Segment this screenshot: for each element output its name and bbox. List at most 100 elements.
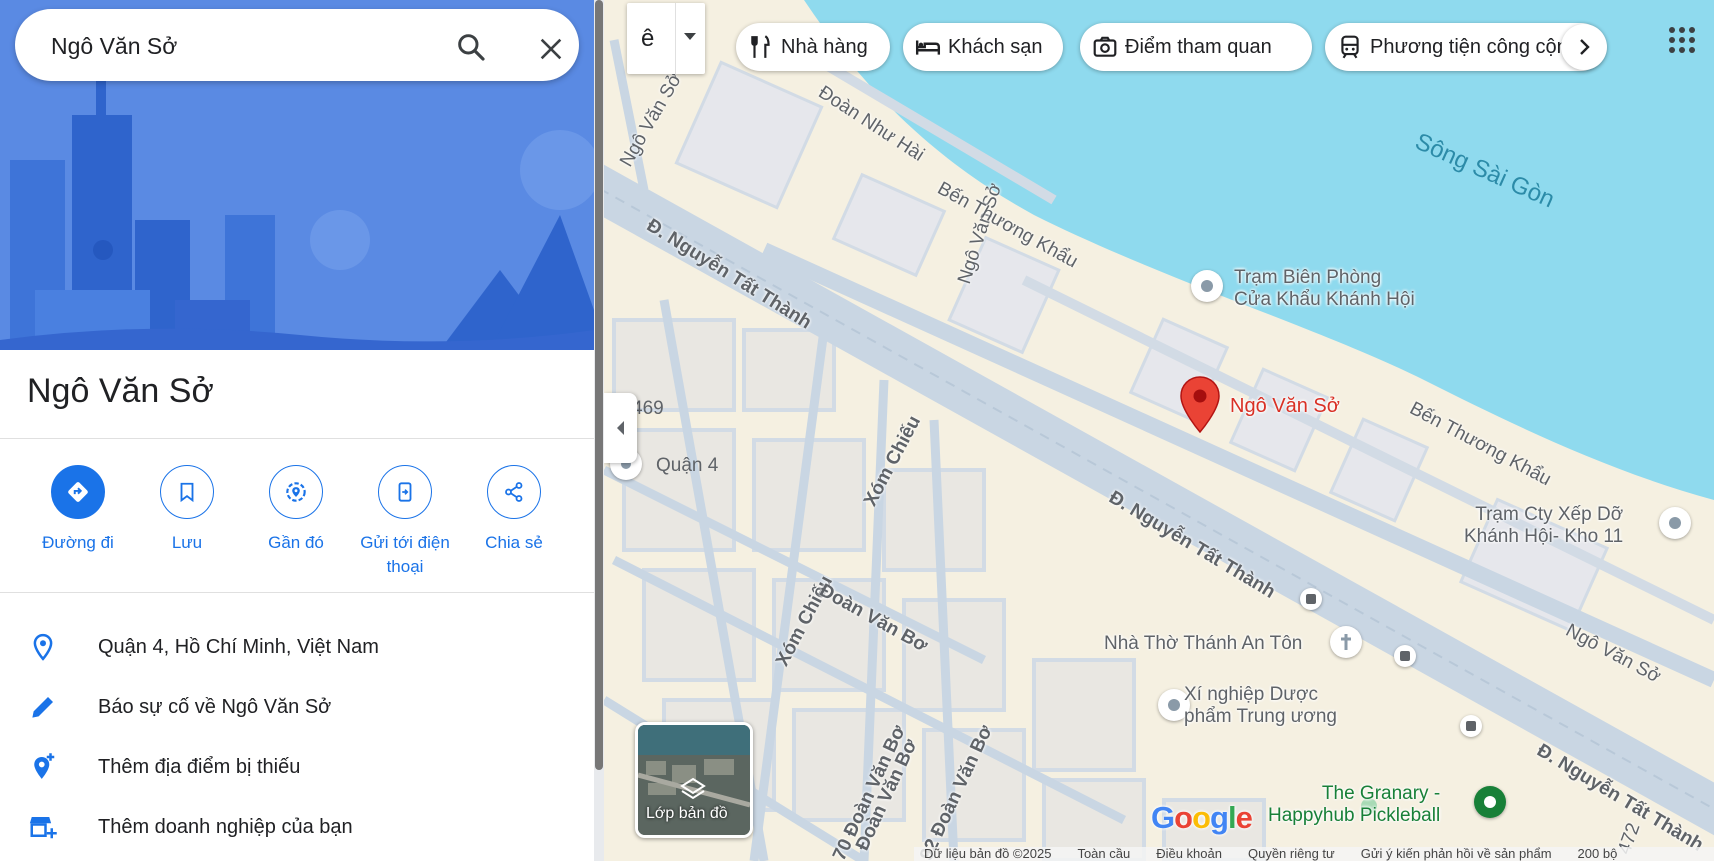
church-icon[interactable] — [1330, 626, 1362, 658]
google-logo: Google — [1151, 800, 1253, 836]
place-panel: Ngô Văn Sở Đường đi Lưu Gần đó Gửi tới đ… — [0, 0, 594, 861]
divider — [675, 3, 676, 74]
map-base — [604, 0, 1714, 861]
nearby-label: Gần đó — [268, 533, 324, 552]
add-missing-place-text: Thêm địa điểm bị thiếu — [98, 756, 301, 778]
poi-label-line: The Granary - — [1321, 783, 1441, 804]
send-to-phone-button[interactable]: Gửi tới điện thoại — [350, 465, 460, 579]
logo-letter: e — [1235, 800, 1253, 835]
place-title: Ngô Văn Sở — [27, 372, 214, 410]
chip-label: Phương tiện công cộng — [1370, 35, 1579, 58]
hotel-icon — [915, 40, 941, 55]
location-pin-icon — [33, 633, 53, 661]
maps-app: Ngô Văn Sở Đường đi Lưu Gần đó Gửi tới đ… — [0, 0, 1714, 861]
divider — [0, 438, 594, 439]
caret-left-icon — [616, 421, 624, 435]
logo-letter: G — [1151, 800, 1175, 835]
add-business-text: Thêm doanh nghiệp của bạn — [98, 816, 353, 838]
logo-letter: l — [1227, 800, 1237, 835]
collapse-panel-button[interactable] — [604, 393, 637, 463]
layers-icon — [680, 777, 706, 800]
poi-marker-icon[interactable] — [1191, 270, 1223, 302]
poi-label[interactable]: Nhà Thờ Thánh An Tôn — [1104, 633, 1302, 655]
map-footer: Dữ liệu bản đồ ©2025 Toàn cầu Điều khoản Qu… — [914, 847, 1714, 861]
transit-icon — [1341, 35, 1359, 59]
park-marker-icon[interactable] — [1474, 786, 1506, 818]
directions-button[interactable]: Đường đi — [23, 465, 133, 555]
report-issue-row[interactable]: Báo sự cố về Ngô Văn Sở — [0, 680, 594, 734]
add-location-icon — [34, 753, 55, 779]
search-input[interactable] — [51, 33, 431, 60]
close-icon[interactable] — [537, 35, 565, 63]
bus-stop-icon[interactable] — [1460, 715, 1482, 737]
footer-link[interactable]: Điều khoản — [1156, 847, 1222, 861]
nearby-button[interactable]: Gần đó — [241, 465, 351, 555]
report-issue-text: Báo sự cố về Ngô Văn Sở — [98, 696, 332, 718]
scrollbar-thumb[interactable] — [595, 0, 603, 770]
chip-label: Khách sạn — [948, 35, 1043, 58]
address-text: Quận 4, Hồ Chí Minh, Việt Nam — [98, 636, 379, 658]
footer-link[interactable]: Dữ liệu bản đồ ©2025 — [924, 847, 1051, 861]
layers-button[interactable]: Lớp bản đồ — [635, 722, 753, 838]
bus-stop-icon[interactable] — [1300, 588, 1322, 610]
poi-marker-icon[interactable] — [1659, 507, 1691, 539]
footer-link[interactable]: Quyền riêng tư — [1248, 847, 1335, 861]
layers-label: Lớp bản đồ — [646, 805, 728, 822]
poi-label-line: Cửa Khẩu Khánh Hội — [1234, 289, 1415, 310]
search-box[interactable] — [15, 9, 579, 81]
footer-link[interactable]: 200 bộ — [1578, 847, 1618, 861]
add-business-row[interactable]: Thêm doanh nghiệp của bạn — [0, 800, 594, 854]
chip-label: Điểm tham quan — [1125, 35, 1272, 58]
pencil-icon — [32, 697, 53, 718]
chip-label: Nhà hàng — [781, 35, 868, 58]
search-icon[interactable] — [455, 31, 487, 63]
divider — [0, 592, 594, 593]
panel-scrollbar[interactable] — [594, 0, 604, 861]
language-picker[interactable]: ê — [627, 3, 705, 74]
logo-letter: o — [1174, 800, 1193, 835]
address-row[interactable]: Quận 4, Hồ Chí Minh, Việt Nam — [0, 620, 594, 674]
send-to-phone-label: Gửi tới điện thoại — [360, 533, 450, 576]
poi-label[interactable]: The Granary - Happyhub Pickleball — [1268, 783, 1440, 827]
camera-icon — [1093, 36, 1117, 57]
save-button[interactable]: Lưu — [132, 465, 242, 555]
logo-letter: o — [1192, 800, 1211, 835]
poi-label[interactable]: Trạm Biên Phòng Cửa Khẩu Khánh Hội — [1234, 267, 1415, 311]
poi-label[interactable]: Xí nghiệp Dược phẩm Trung ương — [1184, 684, 1337, 728]
phone-send-icon — [378, 465, 432, 519]
save-label: Lưu — [171, 533, 203, 552]
directions-icon — [51, 465, 105, 519]
chevron-down-icon[interactable] — [684, 33, 696, 41]
language-glyph: ê — [641, 25, 655, 52]
chip-hotels[interactable]: Khách sạn — [903, 23, 1063, 71]
chip-attractions[interactable]: Điểm tham quan — [1080, 23, 1312, 71]
restaurant-icon — [751, 35, 770, 58]
add-business-icon — [29, 817, 57, 839]
apps-grid-icon[interactable] — [1667, 25, 1697, 55]
bus-stop-icon[interactable] — [1394, 645, 1416, 667]
map-canvas[interactable]: Ngô Văn Sở Đoàn Như Hài Ngô Văn Sở Bến T… — [604, 0, 1714, 861]
share-label: Chia sẻ — [485, 533, 543, 552]
directions-label: Đường đi — [42, 533, 114, 552]
logo-letter: g — [1210, 800, 1229, 835]
district-label[interactable]: Quận 4 — [656, 455, 718, 477]
footer-link[interactable]: Gửi ý kiến phản hồi về sản phẩm — [1361, 847, 1552, 861]
chips-next-button[interactable] — [1561, 24, 1607, 70]
chip-restaurants[interactable]: Nhà hàng — [736, 23, 890, 71]
selected-location-pin-icon[interactable] — [1179, 376, 1221, 434]
poi-label-line: Happyhub Pickleball — [1268, 805, 1441, 826]
share-button[interactable]: Chia sẻ — [459, 465, 569, 555]
selected-location-label[interactable]: Ngô Văn Sở — [1230, 395, 1340, 417]
share-icon — [487, 465, 541, 519]
nearby-icon — [269, 465, 323, 519]
chevron-right-icon — [1580, 39, 1590, 55]
poi-label-line: Nhà Thờ Thánh An Tôn — [1104, 633, 1303, 654]
poi-label-line: Trạm Biên Phòng — [1234, 267, 1382, 288]
add-missing-place-row[interactable]: Thêm địa điểm bị thiếu — [0, 740, 594, 794]
poi-label[interactable]: Trạm Cty Xếp Dỡ Khánh Hội- Kho 11 — [1464, 504, 1623, 548]
bookmark-icon — [160, 465, 214, 519]
poi-label-line: Trạm Cty Xếp Dỡ — [1475, 504, 1624, 525]
poi-label-line: phẩm Trung ương — [1184, 706, 1337, 727]
footer-link[interactable]: Toàn cầu — [1077, 847, 1130, 861]
poi-label-line: Xí nghiệp Dược — [1184, 684, 1318, 705]
